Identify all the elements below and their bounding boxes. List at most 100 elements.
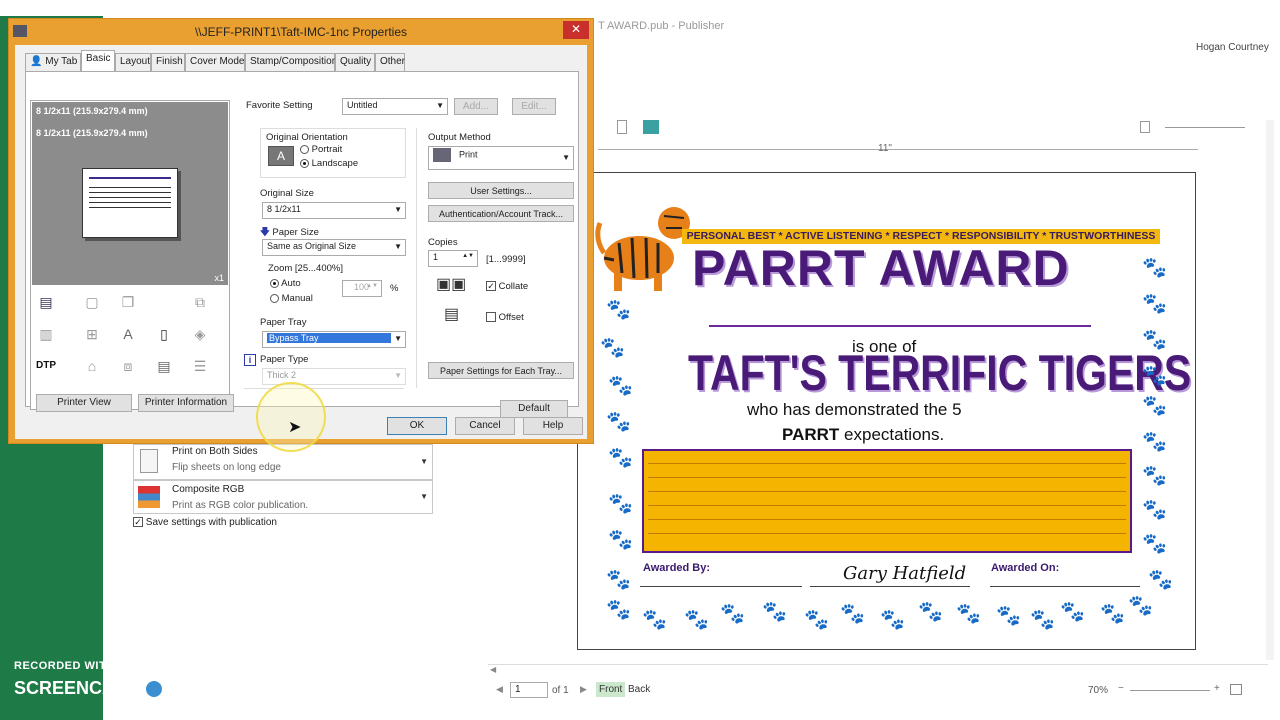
zoom-manual-radio[interactable] (270, 293, 279, 303)
scroll-left-icon[interactable]: ◀ (490, 665, 496, 674)
output-method-select[interactable]: Print ▼ (428, 146, 574, 170)
color-dropdown[interactable]: Composite RGB Print as RGB color publica… (133, 480, 433, 514)
landscape-option[interactable]: Landscape (300, 158, 358, 169)
tab-layout[interactable]: Layout (115, 53, 151, 71)
save-settings-option[interactable]: ✓ Save settings with publication (133, 517, 277, 528)
portrait-option[interactable]: Portrait (300, 144, 342, 155)
print-icon: ▤ (39, 294, 53, 310)
paw-print-icon: 🐾 (880, 609, 905, 631)
back-tab[interactable]: Back (628, 684, 650, 695)
zoom-unit: % (390, 283, 399, 294)
zoom-auto-option[interactable]: Auto (270, 278, 301, 289)
paper-type-value: Thick 2 (267, 370, 297, 380)
user-name[interactable]: Hogan Courtney (1196, 42, 1269, 53)
prev-page-icon[interactable]: ◀ (496, 684, 503, 695)
paw-print-icon: 🐾 (600, 337, 625, 359)
paw-print-icon: 🐾 (684, 609, 709, 631)
preview-page (82, 168, 178, 238)
close-button[interactable]: ✕ (563, 21, 589, 39)
authentication-button[interactable]: Authentication/Account Track... (428, 205, 574, 222)
save-settings-checkbox[interactable]: ✓ (133, 517, 143, 528)
stamp-icon: ▤ (157, 358, 171, 374)
tab-other[interactable]: Other (375, 53, 405, 71)
help-button[interactable]: Help (523, 417, 583, 435)
user-settings-button[interactable]: User Settings... (428, 182, 574, 199)
zoom-level: 70% (1088, 685, 1109, 696)
paper-size-select[interactable]: Same as Original Size ▼ (262, 239, 406, 256)
tab-basic[interactable]: Basic (81, 50, 115, 72)
combine-icon: ▢ (85, 294, 99, 310)
color-swatch-icon (138, 486, 160, 508)
portrait-label: Portrait (311, 144, 343, 155)
original-size-select[interactable]: 8 1/2x11 ▼ (262, 202, 406, 219)
fit-page-icon[interactable] (1230, 684, 1242, 695)
publisher-title-bar (0, 0, 1280, 16)
paper-tray-value: Bypass Tray (267, 333, 391, 343)
zoom-slider[interactable] (1130, 690, 1210, 691)
horizontal-scrollbar[interactable]: ◀ (488, 664, 1268, 676)
landscape-radio[interactable] (300, 158, 309, 168)
zoom-manual-option[interactable]: Manual (270, 293, 313, 304)
zoom-auto-radio[interactable] (270, 278, 279, 288)
duplex-icon: ▥ (39, 326, 53, 342)
landscape-label: Landscape (311, 158, 359, 169)
default-button[interactable]: Default (500, 400, 568, 418)
tab-my-tab[interactable]: 👤 My Tab (25, 53, 81, 71)
original-size-readout: 8 1/2x11 (215.9x279.4 mm) (36, 106, 148, 116)
collate-option[interactable]: ✓ Collate (486, 281, 528, 292)
paw-print-icon: 🐾 (1142, 465, 1167, 487)
comment-box[interactable] (642, 449, 1132, 553)
page-number-input[interactable]: 1 (510, 682, 548, 698)
portrait-radio[interactable] (300, 144, 309, 154)
zoom-manual-label: Manual (281, 293, 313, 304)
add-button[interactable]: Add... (454, 98, 498, 115)
offset-checkbox[interactable] (486, 312, 496, 323)
collate-checkbox[interactable]: ✓ (486, 281, 496, 292)
text-icon: A (123, 326, 133, 342)
zoom-input[interactable]: 100 ▲▼ (342, 280, 382, 297)
zoom-out-icon[interactable]: − (1118, 683, 1124, 694)
tab-quality[interactable]: Quality (335, 53, 375, 71)
paw-print-icon: 🐾 (608, 375, 633, 397)
booklet-icon: ⧉ (195, 294, 205, 310)
paper-settings-each-tray-button[interactable]: Paper Settings for Each Tray... (428, 362, 574, 379)
paw-print-icon: 🐾 (642, 609, 667, 631)
awarded-on-label: Awarded On: (991, 562, 1060, 574)
vertical-scrollbar[interactable] (1266, 120, 1274, 660)
offset-option[interactable]: Offset (486, 312, 524, 323)
paw-print-icon: 🐾 (1100, 603, 1125, 625)
paw-print-icon: 🐾 (956, 603, 981, 625)
paper-tray-select[interactable]: Bypass Tray ▼ (262, 331, 406, 348)
landscape-icon: A (268, 146, 294, 166)
tab-stamp-composition[interactable]: Stamp/Composition (245, 53, 337, 71)
edit-button[interactable]: Edit... (512, 98, 556, 115)
zoom-in-icon[interactable]: + (1214, 683, 1220, 694)
paw-print-icon: 🐾 (1142, 329, 1167, 351)
favorite-setting-select[interactable]: Untitled ▼ (342, 98, 448, 115)
spread-icon[interactable] (643, 120, 659, 134)
printer-information-button[interactable]: Printer Information (138, 394, 234, 412)
ok-button[interactable]: OK (387, 417, 447, 435)
dialog-title: \\JEFF-PRINT1\Taft-IMC-1nc Properties (194, 25, 408, 39)
page-view-icon[interactable] (1140, 121, 1150, 133)
info-icon[interactable]: i (244, 354, 256, 366)
spinner-icon[interactable]: ▲▼ (462, 253, 474, 259)
next-page-icon[interactable]: ▶ (580, 684, 587, 695)
zoom-auto-label: Auto (281, 278, 301, 289)
paw-print-icon: 🐾 (1148, 569, 1173, 591)
parrt-bold: PARRT (782, 425, 840, 444)
demonstrated-text: who has demonstrated the 5 (747, 400, 962, 419)
paw-print-icon: 🐾 (606, 299, 631, 321)
signature: Gary Hatfield (843, 563, 967, 584)
tab-finish[interactable]: Finish (151, 53, 185, 71)
paw-print-icon: 🐾 (918, 601, 943, 623)
paw-print-icon: 🐾 (606, 569, 631, 591)
page-count: of 1 (552, 685, 569, 696)
page-icon[interactable] (617, 120, 627, 134)
printer-view-button[interactable]: Printer View (36, 394, 132, 412)
cancel-button[interactable]: Cancel (455, 417, 515, 435)
front-tab[interactable]: Front (596, 682, 626, 697)
tab-cover-mode[interactable]: Cover Mode (185, 53, 245, 71)
copies-input[interactable]: 1 ▲▼ (428, 250, 478, 267)
spinner-icon[interactable]: ▲▼ (366, 283, 378, 289)
